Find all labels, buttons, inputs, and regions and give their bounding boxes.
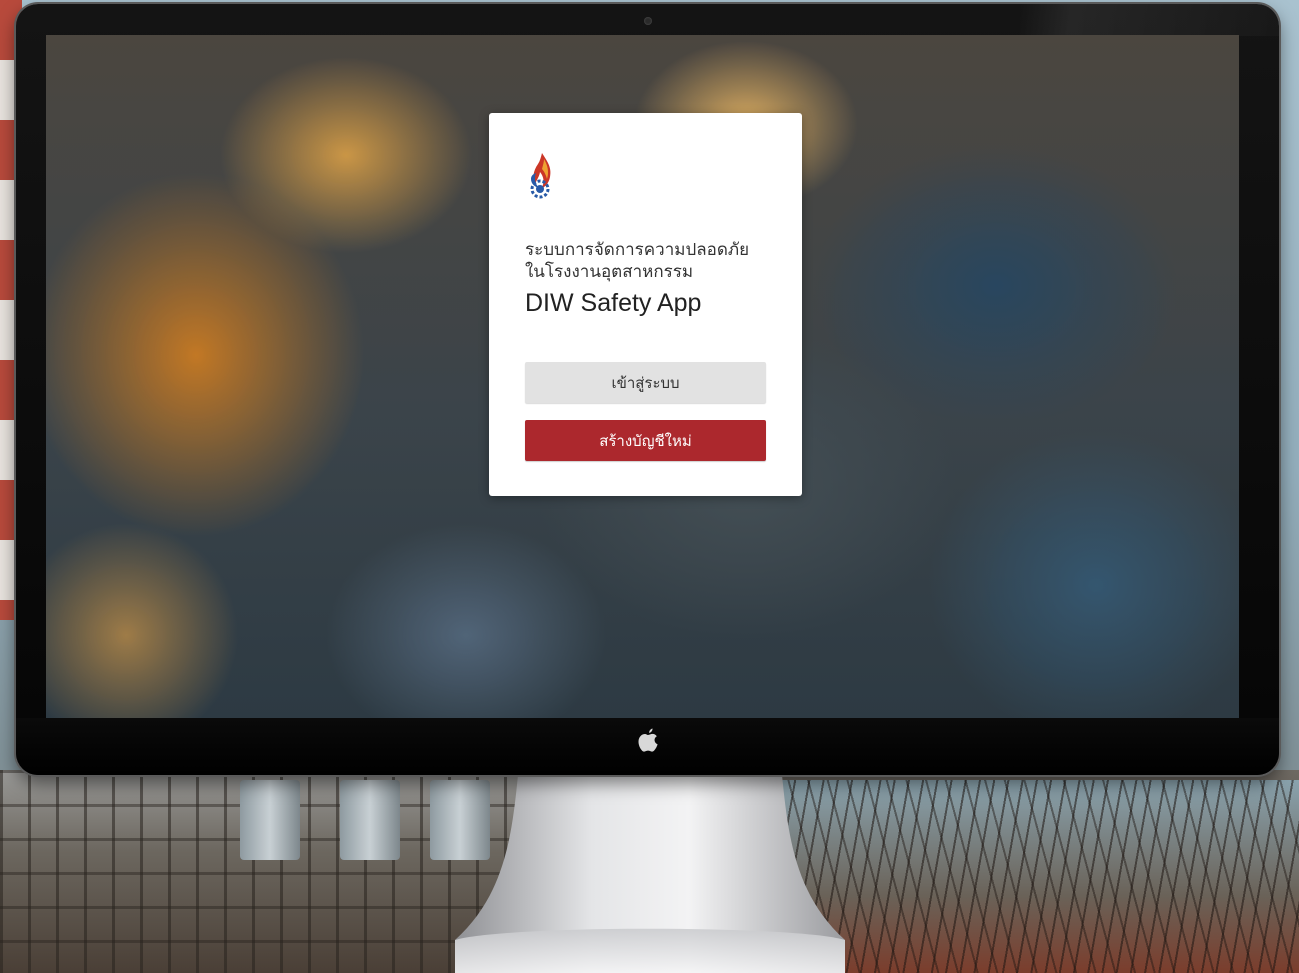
login-button[interactable]: เข้าสู่ระบบ [525,362,766,403]
bezel-reflection [1020,4,1279,36]
scene: ระบบการจัดการความปลอดภัย ในโรงงานอุตสาหก… [0,0,1299,973]
screen: ระบบการจัดการความปลอดภัย ในโรงงานอุตสาหก… [46,35,1239,718]
monitor-stand [455,775,845,973]
create-account-button[interactable]: สร้างบัญชีใหม่ [525,420,766,461]
camera-icon [644,17,652,25]
login-card: ระบบการจัดการความปลอดภัย ในโรงงานอุตสาหก… [489,113,802,496]
background-silo [240,780,300,860]
apple-logo-icon [638,728,658,752]
diw-logo-icon [530,153,551,199]
app-subtitle: ระบบการจัดการความปลอดภัย ในโรงงานอุตสาหก… [525,240,750,282]
background-silo [340,780,400,860]
app-title: DIW Safety App [525,289,702,317]
background-trees [780,780,1299,973]
